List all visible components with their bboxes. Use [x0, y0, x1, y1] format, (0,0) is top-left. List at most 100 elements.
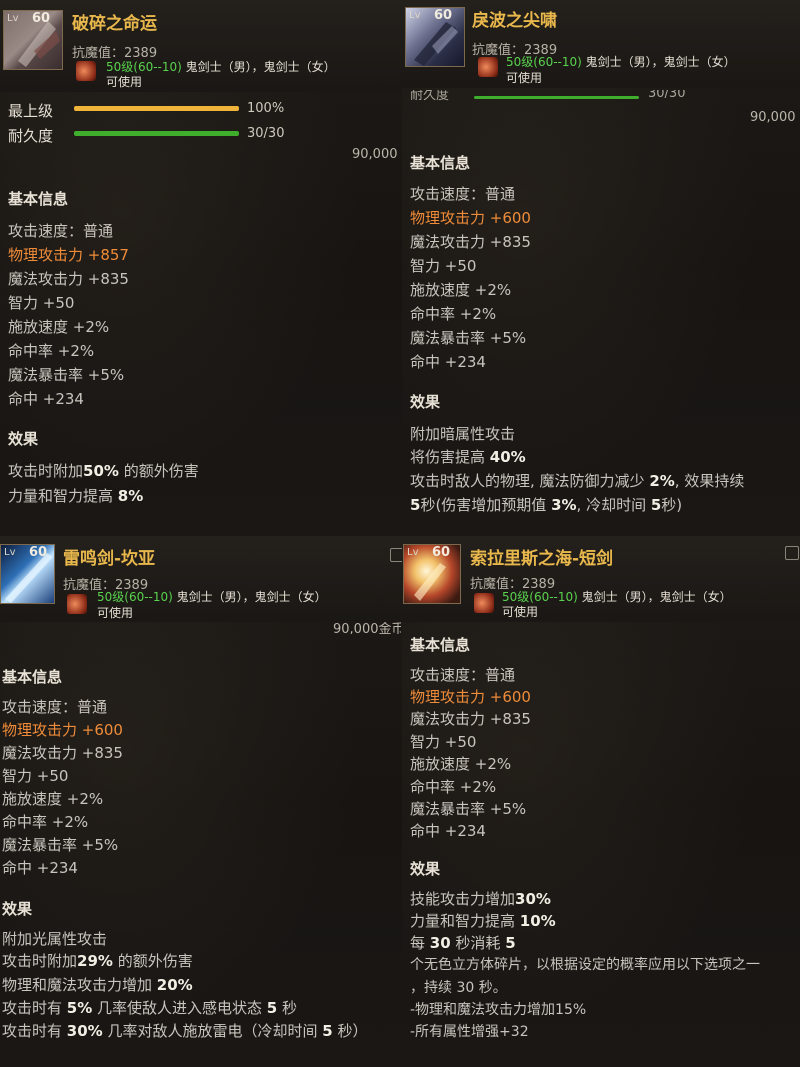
durability-value-cut: 30/30 [648, 90, 686, 101]
effect-line: 个无色立方体碎片，以根据设定的概率应用以下选项之一 [410, 957, 760, 973]
effect-line: 攻击时附加29% 的额外伤害 [2, 952, 193, 970]
req-class: 鬼剑士（男），鬼剑士（女） [581, 590, 732, 604]
grade-bar [74, 106, 239, 111]
item-icon[interactable]: Lv 60 [0, 544, 55, 604]
effect-line: ，持续 30 秒。 [410, 980, 507, 996]
req-level: 50级(60--10) [502, 590, 578, 604]
usable-status: 可使用 [502, 605, 539, 619]
level-label: Lv [409, 10, 421, 21]
item-tooltip-broken-fate: Lv 60 破碎之命运 抗魔值：2389 50级(60--10) 鬼剑士（男），… [0, 0, 402, 536]
item-icon[interactable]: Lv 60 [405, 7, 465, 67]
req-level: 50级(60--10) [106, 60, 182, 74]
level-value: 60 [29, 545, 48, 560]
req-level: 50级(60--10) [506, 55, 582, 69]
effect-title: 效果 [410, 393, 441, 411]
stat-line: 魔法暴击率 +5% [410, 329, 527, 347]
price: 90,000 [352, 147, 398, 162]
stat-line: 魔法暴击率 +5% [410, 800, 527, 818]
item-icon[interactable]: Lv 60 [3, 10, 63, 70]
stat-line: 命中 +234 [410, 353, 486, 371]
stat-line: 物理攻击力 +600 [2, 721, 123, 739]
effect-line: 5秒(伤害增加预期值 3%, 冷却时间 5秒) [410, 496, 683, 514]
level-label: Lv [7, 13, 19, 24]
effect-line: -物理和魔法攻击力增加15% [410, 1002, 587, 1018]
grade-label: 最上级 [8, 102, 54, 120]
item-name: 雷鸣剑-坎亚 [63, 549, 156, 569]
effect-line: 技能攻击力增加30% [410, 890, 551, 908]
durability-bar [474, 96, 639, 99]
stat-line: 魔法攻击力 +835 [8, 270, 129, 288]
price: 90,000 [750, 110, 796, 125]
stat-line: 命中 +234 [410, 822, 486, 840]
effect-title: 效果 [410, 860, 441, 878]
basic-info-title: 基本信息 [410, 154, 471, 172]
basic-info-title: 基本信息 [410, 636, 471, 654]
effect-line: 附加光属性攻击 [2, 930, 108, 948]
durability-bar [74, 131, 239, 136]
effect-line: 附加暗属性攻击 [410, 425, 516, 443]
level-label: Lv [4, 547, 16, 558]
edit-icon[interactable] [785, 546, 799, 560]
tooltip-header: Lv 60 戾波之尖啸 抗魔值：2389 50级(60--10) 鬼剑士（男），… [402, 0, 800, 88]
durability-label: 耐久度 [8, 127, 54, 145]
basic-info-title: 基本信息 [8, 190, 69, 208]
tooltip-header: Lv 60 破碎之命运 抗魔值：2389 50级(60--10) 鬼剑士（男），… [0, 0, 402, 92]
stat-line: 物理攻击力 +600 [410, 209, 531, 227]
tooltip-header: Lv 60 雷鸣剑-坎亚 抗魔值：2389 50级(60--10) 鬼剑士（男）… [0, 536, 402, 622]
item-name: 破碎之命运 [72, 14, 157, 34]
req-class: 鬼剑士（男），鬼剑士（女） [176, 590, 327, 604]
stat-line: 魔法暴击率 +5% [8, 366, 125, 384]
effect-line: 每 30 秒消耗 5 [410, 934, 516, 952]
effect-line: 力量和智力提高 8% [8, 487, 144, 505]
item-tooltip-howl-of-wave: Lv 60 戾波之尖啸 抗魔值：2389 50级(60--10) 鬼剑士（男），… [402, 0, 800, 536]
req-class: 鬼剑士（男），鬼剑士（女） [185, 60, 336, 74]
usable-status: 可使用 [506, 71, 543, 85]
stat-line: 攻击速度：普通 [410, 185, 516, 203]
stat-line: 命中 +234 [2, 859, 78, 877]
stat-line: 智力 +50 [410, 733, 477, 751]
stat-line: 魔法攻击力 +835 [410, 710, 531, 728]
class-claw-icon [67, 594, 87, 614]
effect-line: 将伤害提高 40% [410, 448, 526, 466]
item-name: 索拉里斯之海-短剑 [470, 549, 614, 569]
class-claw-icon [76, 61, 96, 81]
level-value: 60 [434, 8, 453, 23]
price: 90,000金币 [333, 622, 401, 634]
stat-line: 物理攻击力 +600 [410, 688, 531, 706]
item-tooltip-solaris-sea-dagger: Lv 60 索拉里斯之海-短剑 抗魔值：2389 50级(60--10) 鬼剑士… [402, 536, 800, 1067]
usable-status: 可使用 [106, 75, 143, 89]
effect-line: 力量和智力提高 10% [410, 912, 556, 930]
req-level: 50级(60--10) [97, 590, 173, 604]
effect-line: 攻击时有 30% 几率对敌人施放雷电（冷却时间 5 秒） [2, 1022, 368, 1040]
grade-value: 100% [247, 101, 285, 116]
req-class: 鬼剑士（男），鬼剑士（女） [585, 55, 736, 69]
stat-line: 智力 +50 [410, 257, 477, 275]
item-name: 戾波之尖啸 [472, 11, 557, 31]
stat-line: 命中率 +2% [410, 778, 497, 796]
effect-line: 攻击时附加50% 的额外伤害 [8, 462, 199, 480]
effect-line: -所有属性增强+32 [410, 1024, 529, 1040]
item-icon[interactable]: Lv 60 [403, 544, 461, 604]
durability-value: 30/30 [247, 126, 285, 141]
stat-line: 攻击速度：普通 [8, 222, 114, 240]
stat-line: 智力 +50 [8, 294, 75, 312]
stat-line: 物理攻击力 +857 [8, 246, 129, 264]
stat-line: 施放速度 +2% [410, 281, 512, 299]
stat-line: 命中 +234 [8, 390, 84, 408]
stat-line: 魔法攻击力 +835 [2, 744, 123, 762]
item-tooltip-thunder-sword: Lv 60 雷鸣剑-坎亚 抗魔值：2389 50级(60--10) 鬼剑士（男）… [0, 536, 402, 1067]
effect-title: 效果 [8, 430, 39, 448]
effect-line: 物理和魔法攻击力增加 20% [2, 976, 193, 994]
stat-line: 攻击速度：普通 [410, 666, 516, 684]
level-label: Lv [407, 547, 419, 558]
stat-line: 施放速度 +2% [410, 755, 512, 773]
class-claw-icon [474, 593, 494, 613]
stat-line: 命中率 +2% [8, 342, 95, 360]
effect-line: 攻击时敌人的物理, 魔法防御力减少 2%, 效果持续 [410, 472, 745, 490]
stat-line: 命中率 +2% [410, 305, 497, 323]
stat-line: 施放速度 +2% [2, 790, 104, 808]
durability-label-cut: 耐久度 [410, 90, 450, 102]
stat-line: 攻击速度：普通 [2, 698, 108, 716]
edit-icon[interactable] [390, 548, 402, 562]
stat-line: 魔法暴击率 +5% [2, 836, 119, 854]
